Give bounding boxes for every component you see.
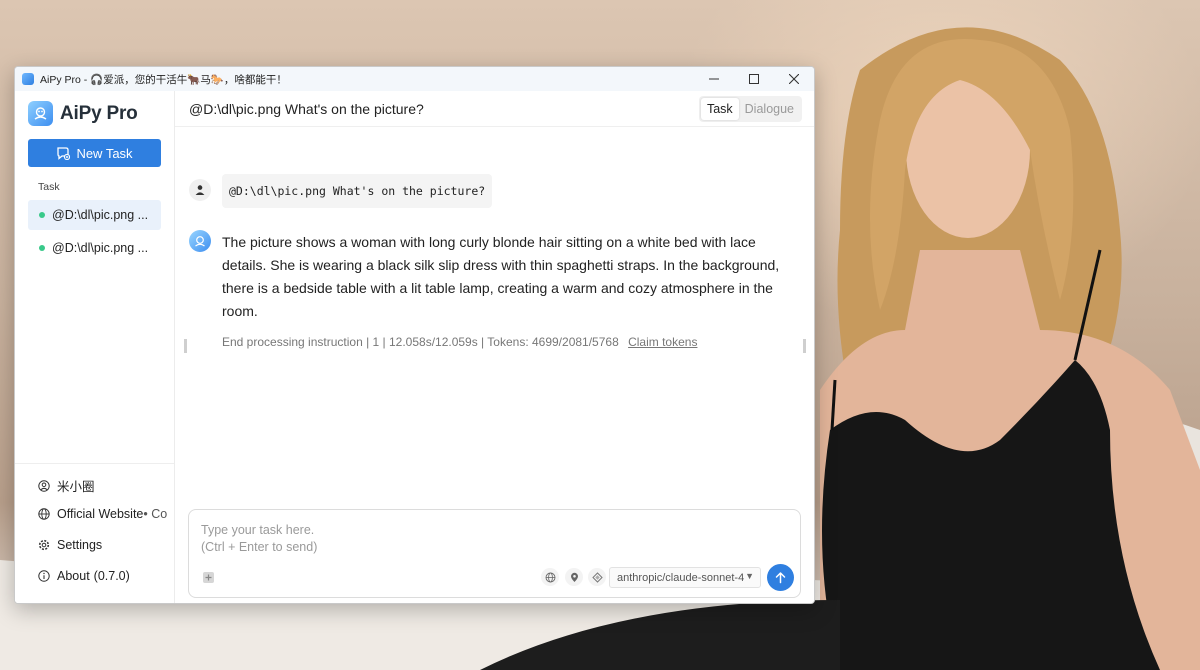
meta-text: End processing instruction | 1 | 12.058s… [222, 335, 619, 349]
task-item[interactable]: @D:\dl\pic.png ... [28, 233, 161, 263]
maximize-icon [749, 74, 759, 84]
sidebar-link-settings[interactable]: Settings [38, 538, 102, 552]
assistant-message: The picture shows a woman with long curl… [222, 234, 780, 319]
sidebar-link-about[interactable]: About (0.7.0) [38, 569, 130, 583]
website-label: Official Website [57, 507, 144, 521]
version-label: (0.7.0) [93, 569, 130, 583]
app-window: AiPy Pro - 🎧爱派，您的干活牛🐂马🐎，啥都能干！ AiPy Pro N… [14, 66, 815, 604]
window-title: AiPy Pro - 🎧爱派，您的干活牛🐂马🐎，啥都能干！ [40, 73, 287, 86]
model-label: anthropic/claude-sonnet-4 [617, 571, 745, 584]
location-button[interactable] [565, 568, 583, 586]
title-bar[interactable]: AiPy Pro - 🎧爱派，您的干活牛🐂马🐎，啥都能干！ [15, 67, 814, 91]
left-scroll-marker [184, 339, 187, 353]
new-task-label: New Task [76, 145, 133, 161]
tab-dialogue[interactable]: Dialogue [739, 98, 800, 120]
user-message: @D:\dl\pic.png What's on the picture? [222, 174, 493, 208]
caret-down-icon: ▼ [745, 571, 754, 581]
close-button[interactable] [774, 67, 814, 91]
app-icon [22, 73, 34, 85]
info-icon [38, 570, 50, 582]
page-title: @D:\dl\pic.png What's on the picture? [189, 101, 424, 117]
task-composer: anthropic/claude-sonnet-4 ▼ [188, 509, 801, 598]
tab-task[interactable]: Task [700, 98, 739, 120]
minimize-button[interactable] [694, 67, 734, 91]
settings-label: Settings [57, 538, 103, 552]
window-controls [694, 67, 814, 91]
status-dot-icon [39, 245, 45, 251]
pin-icon [570, 572, 578, 582]
new-task-button[interactable]: New Task [28, 139, 161, 167]
task-label: @D:\dl\pic.png ... [52, 241, 149, 255]
minimize-icon [709, 78, 719, 80]
brand-name: AiPy Pro [60, 102, 138, 124]
right-scroll-marker [803, 339, 806, 353]
gear-icon [38, 539, 50, 551]
diamond-icon [591, 571, 603, 583]
attach-button[interactable] [202, 571, 215, 584]
sidebar-divider [15, 463, 174, 464]
main-panel: @D:\dl\pic.png What's on the picture? Ta… [175, 91, 814, 603]
task-label: @D:\dl\pic.png ... [52, 208, 149, 222]
brand: AiPy Pro [28, 101, 138, 126]
about-label: About [57, 569, 90, 583]
task-section-label: Task [38, 181, 60, 193]
user-avatar-icon [189, 179, 211, 201]
mode-switch: Task Dialogue [698, 96, 802, 122]
globe-icon [38, 508, 50, 520]
model-select[interactable]: anthropic/claude-sonnet-4 ▼ [609, 567, 761, 588]
task-input[interactable] [201, 522, 761, 558]
attach-icon [203, 572, 214, 583]
main-header: @D:\dl\pic.png What's on the picture? Ta… [175, 91, 814, 127]
maximize-button[interactable] [734, 67, 774, 91]
send-button[interactable] [767, 564, 794, 591]
plugin-button[interactable] [588, 568, 606, 586]
globe-tool-icon [545, 572, 555, 582]
website-suffix: • Co [143, 507, 168, 521]
assistant-avatar-icon [189, 230, 211, 252]
sidebar: AiPy Pro New Task Task @D:\dl\pic.png ..… [15, 91, 175, 603]
status-dot-icon [39, 212, 45, 218]
claim-tokens-link[interactable]: Claim tokens [628, 335, 697, 349]
web-search-button[interactable] [541, 568, 559, 586]
community-label: 米小圈 [57, 480, 95, 494]
close-icon [789, 74, 799, 84]
new-chat-icon [56, 146, 71, 160]
processing-meta: End processing instruction | 1 | 12.058s… [222, 335, 697, 349]
sidebar-link-website[interactable]: Official Website • Co [38, 507, 167, 521]
aipy-logo-icon [28, 101, 53, 126]
sidebar-link-community[interactable]: 米小圈 [38, 476, 95, 495]
user-circle-icon [38, 479, 50, 492]
task-item[interactable]: @D:\dl\pic.png ... [28, 200, 161, 230]
arrow-up-icon [775, 572, 786, 584]
